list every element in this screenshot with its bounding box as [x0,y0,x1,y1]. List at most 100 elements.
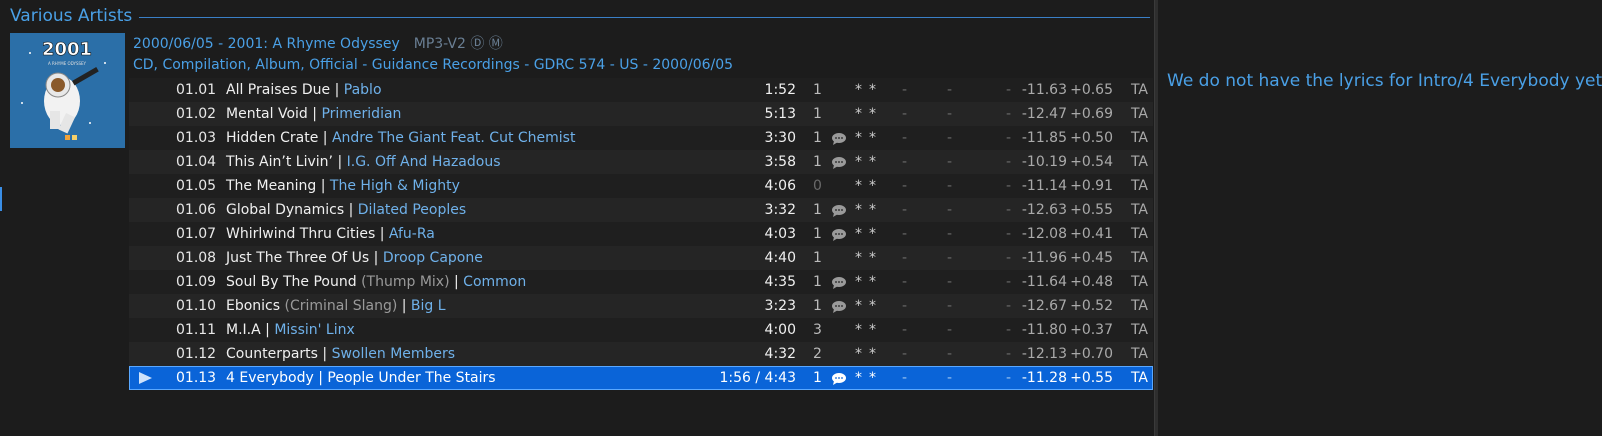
playlist-pane: Various Artists 2001 A RHYME ODYSSEY 200… [0,0,1154,436]
rating-star[interactable]: * [855,174,862,198]
peak-value: +0.69 [1070,106,1113,122]
comment-icon [832,277,846,289]
play-count: 1 [813,274,822,290]
rating-star[interactable]: * [869,270,876,294]
rating-star[interactable]: * [869,318,876,342]
track-row[interactable]: 01.07 Whirlwind Thru Cities | Afu-Ra 4:03 1… [129,222,1153,246]
rating-star[interactable]: * [855,246,862,270]
comment-icon [832,157,846,169]
track-artist[interactable]: Missin' Linx [274,322,354,338]
rating-star[interactable]: * [869,222,876,246]
empty-field: - [947,202,953,218]
track-row[interactable]: 01.09 Soul By The Pound (Thump Mix) | Com… [129,270,1153,294]
svg-text:2001: 2001 [42,39,92,60]
track-row[interactable]: 01.01 All Praises Due | Pablo 1:52 1 * * - - - -1… [129,78,1153,102]
peak-value: +0.70 [1070,346,1113,362]
rating-star[interactable]: * [855,78,862,102]
play-count: 3 [813,322,822,338]
empty-field: - [1006,130,1012,146]
track-artist[interactable]: The High & Mighty [330,178,460,194]
replaygain-value: -12.08 [1021,226,1067,242]
peak-value: +0.55 [1070,370,1113,386]
replaygain-value: -11.85 [1021,130,1067,146]
rating-star[interactable]: * [855,150,862,174]
track-number: 01.05 [176,178,217,194]
track-row[interactable]: 01.02 Mental Void | Primeridian 5:13 1 * * - - -… [129,102,1153,126]
track-artist[interactable]: People Under The Stairs [327,370,495,386]
track-title-cell: Mental Void | Primeridian [226,102,401,126]
empty-field: - [902,298,908,314]
track-number: 01.10 [176,298,217,314]
tag-type: TA [1130,202,1148,218]
track-row[interactable]: 01.10 Ebonics (Criminal Slang) | Big L 3:2… [129,294,1153,318]
rating-star[interactable]: * [855,198,862,222]
track-artist[interactable]: I.G. Off And Hazadous [347,154,501,170]
track-title: All Praises Due [226,82,331,98]
track-row[interactable]: 01.13 4 Everybody | People Under The Stai… [129,366,1153,390]
track-title: Counterparts [226,346,318,362]
rating-star[interactable]: * [855,270,862,294]
empty-field: - [902,130,908,146]
rating-star[interactable]: * [855,102,862,126]
track-artist[interactable]: Dilated Peoples [358,202,466,218]
rating-star[interactable]: * [869,198,876,222]
track-duration: 4:00 [764,322,796,338]
track-artist[interactable]: Pablo [344,82,382,98]
empty-field: - [1006,106,1012,122]
rating-star[interactable]: * [855,126,862,150]
rating-star[interactable]: * [855,318,862,342]
title-artist-separator: | [348,202,354,218]
rating-star[interactable]: * [855,342,862,366]
rating-star[interactable]: * [869,174,876,198]
track-number: 01.13 [176,370,217,386]
peak-value: +0.50 [1070,130,1113,146]
track-artist[interactable]: Primeridian [321,106,401,122]
rating-star[interactable]: * [855,222,862,246]
peak-value: +0.37 [1070,322,1113,338]
track-title: M.I.A [226,322,261,338]
album-title-line[interactable]: 2000/06/05 - 2001: A Rhyme Odyssey MP3-V2… [133,33,503,53]
track-row[interactable]: 01.12 Counterparts | Swollen Members 4:32 2… [129,342,1153,366]
track-duration: 4:35 [764,274,796,290]
track-artist[interactable]: Big L [411,298,446,314]
track-artist[interactable]: Swollen Members [332,346,456,362]
empty-field: - [1006,370,1012,386]
rating-star[interactable]: * [869,294,876,318]
track-row[interactable]: 01.11 M.I.A | Missin' Linx 4:00 3 * * - - - -11.8… [129,318,1153,342]
track-title: Ebonics [226,298,281,314]
track-row[interactable]: 01.08 Just The Three Of Us | Droop Capone… [129,246,1153,270]
track-row[interactable]: 01.06 Global Dynamics | Dilated Peoples 3:… [129,198,1153,222]
peak-value: +0.48 [1070,274,1113,290]
track-title-cell: Just The Three Of Us | Droop Capone [226,246,483,270]
track-artist[interactable]: Andre The Giant Feat. Cut Chemist [332,130,576,146]
empty-field: - [1006,322,1012,338]
empty-field: - [947,226,953,242]
track-artist[interactable]: Droop Capone [383,250,483,266]
track-number: 01.11 [176,322,217,338]
empty-field: - [902,322,908,338]
track-row[interactable]: 01.04 This Ain’t Livin’ | I.G. Off And Ha… [129,150,1153,174]
rating-star[interactable]: * [855,294,862,318]
rating-star[interactable]: * [869,366,876,390]
track-row[interactable]: 01.03 Hidden Crate | Andre The Giant Feat… [129,126,1153,150]
track-row[interactable]: 01.05 The Meaning | The High & Mighty 4:06… [129,174,1153,198]
album-release-info[interactable]: CD, Compilation, Album, Official - Guida… [133,57,733,73]
rating-star[interactable]: * [869,78,876,102]
rating-star[interactable]: * [869,246,876,270]
rating-star[interactable]: * [869,102,876,126]
peak-value: +0.52 [1070,298,1113,314]
tag-type: TA [1130,274,1148,290]
track-artist[interactable]: Common [463,274,526,290]
rating-star[interactable]: * [869,126,876,150]
title-artist-separator: | [334,82,340,98]
replaygain-value: -11.96 [1021,250,1067,266]
album-cover[interactable]: 2001 A RHYME ODYSSEY [10,33,125,148]
rating-star[interactable]: * [855,366,862,390]
rating-star[interactable]: * [869,150,876,174]
replaygain-value: -11.63 [1021,82,1067,98]
title-artist-separator: | [265,322,270,338]
track-artist[interactable]: Afu-Ra [389,226,435,242]
tag-type: TA [1130,178,1148,194]
empty-field: - [902,274,908,290]
rating-star[interactable]: * [869,342,876,366]
